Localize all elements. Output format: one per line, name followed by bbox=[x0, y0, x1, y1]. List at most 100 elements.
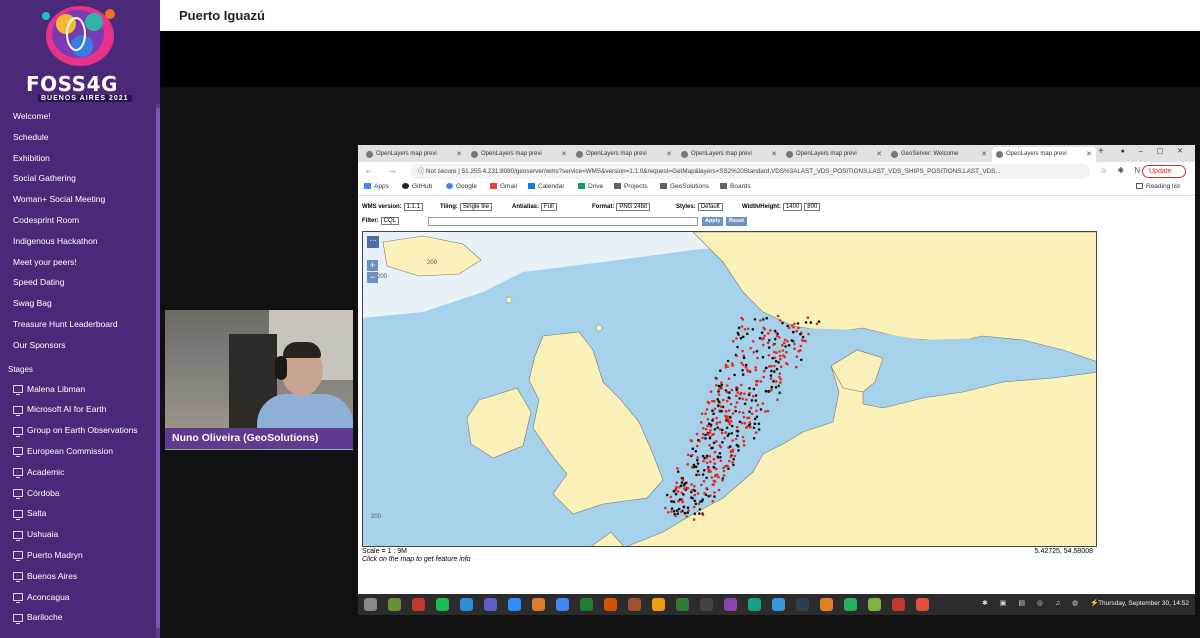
app-launcher-icon[interactable] bbox=[748, 598, 761, 611]
app-launcher-icon[interactable] bbox=[772, 598, 785, 611]
sidebar-item-treasure-hunt[interactable]: Treasure Hunt Leaderboard bbox=[0, 314, 156, 335]
antialias-select[interactable]: Full bbox=[541, 203, 557, 211]
app-launcher-icon[interactable] bbox=[892, 598, 905, 611]
close-icon[interactable]: ✕ bbox=[771, 147, 777, 162]
width-select[interactable]: 1400 bbox=[782, 203, 803, 211]
app-launcher-icon[interactable] bbox=[388, 598, 401, 611]
ship-dot bbox=[729, 419, 733, 423]
browser-tab-active[interactable]: OpenLayers map previ ✕ bbox=[992, 147, 1096, 162]
browser-tab[interactable]: OpenLayers map previ ✕ bbox=[782, 147, 886, 162]
reset-button[interactable]: Reset bbox=[726, 217, 747, 226]
stage-item-salta[interactable]: Salta bbox=[0, 503, 156, 524]
filter-input[interactable] bbox=[428, 217, 698, 226]
apply-button[interactable]: Apply bbox=[702, 217, 724, 226]
bookmark-apps[interactable]: Apps bbox=[364, 183, 389, 190]
stage-item-ushuaia[interactable]: Ushuaia bbox=[0, 524, 156, 545]
app-launcher-icon[interactable] bbox=[820, 598, 833, 611]
bookmark-github[interactable]: GitHub bbox=[402, 183, 432, 190]
window-controls[interactable]: ● – ▢ ✕ bbox=[1121, 147, 1189, 155]
app-launcher-icon[interactable] bbox=[460, 598, 473, 611]
bookmark-geosolutions[interactable]: GeoSolutions bbox=[660, 183, 709, 190]
wms-version-select[interactable]: 1.1.1 bbox=[403, 203, 424, 211]
app-launcher-icon[interactable] bbox=[364, 598, 377, 611]
sidebar-item-social-gathering[interactable]: Social Gathering bbox=[0, 168, 156, 189]
format-select[interactable]: PNG 24bit bbox=[616, 203, 651, 211]
app-launcher-icon[interactable] bbox=[604, 598, 617, 611]
app-launcher-icon[interactable] bbox=[700, 598, 713, 611]
sidebar-item-indigenous-hackathon[interactable]: Indigenous Hackathon bbox=[0, 231, 156, 252]
sidebar-item-woman-social[interactable]: Woman+ Social Meeting bbox=[0, 189, 156, 210]
stage-item-malena-libman[interactable]: Malena Libman bbox=[0, 379, 156, 400]
close-icon[interactable]: ✕ bbox=[456, 147, 462, 162]
browser-tab[interactable]: OpenLayers map previ ✕ bbox=[677, 147, 781, 162]
sidebar-item-swag-bag[interactable]: Swag Bag bbox=[0, 293, 156, 314]
bookmark-projects[interactable]: Projects bbox=[614, 183, 647, 190]
stage-item-european-commission[interactable]: European Commission bbox=[0, 441, 156, 462]
clock[interactable]: Thursday, September 30, 14:52 bbox=[1098, 600, 1189, 607]
stage-item-geo[interactable]: Group on Earth Observations bbox=[0, 420, 156, 441]
stage-item-cordoba[interactable]: Córdoba bbox=[0, 483, 156, 504]
new-tab-button[interactable]: + bbox=[1098, 146, 1104, 157]
reading-list[interactable]: Reading list bbox=[1136, 183, 1180, 190]
monitor-icon bbox=[13, 530, 23, 541]
browser-tab[interactable]: OpenLayers map previ ✕ bbox=[362, 147, 466, 162]
app-launcher-icon[interactable] bbox=[724, 598, 737, 611]
map-viewport[interactable]: 200 200 200 ⋯ + − bbox=[362, 231, 1097, 547]
app-launcher-icon[interactable] bbox=[796, 598, 809, 611]
address-bar[interactable]: ⓘ Not secure | 51.255.4.231:8080/geoserv… bbox=[410, 164, 1090, 179]
sidebar-item-speed-dating[interactable]: Speed Dating bbox=[0, 272, 156, 293]
app-launcher-icon[interactable] bbox=[676, 598, 689, 611]
sidebar-item-welcome[interactable]: Welcome! bbox=[0, 106, 156, 127]
app-launcher-icon[interactable] bbox=[916, 598, 929, 611]
zoom-out-button[interactable]: − bbox=[367, 272, 378, 283]
app-launcher-icon[interactable] bbox=[436, 598, 449, 611]
app-launcher-icon[interactable] bbox=[532, 598, 545, 611]
app-launcher-icon[interactable] bbox=[652, 598, 665, 611]
bookmark-drive[interactable]: Drive bbox=[578, 183, 603, 190]
app-launcher-icon[interactable] bbox=[580, 598, 593, 611]
browser-tab[interactable]: OpenLayers map previ ✕ bbox=[467, 147, 571, 162]
stage-item-academic[interactable]: Academic bbox=[0, 462, 156, 483]
stage-item-puerto-madryn[interactable]: Puerto Madryn bbox=[0, 545, 156, 566]
close-icon[interactable]: ✕ bbox=[981, 147, 987, 162]
app-launcher-icon[interactable] bbox=[628, 598, 641, 611]
bookmark-gmail[interactable]: Gmail bbox=[490, 183, 517, 190]
browser-tab[interactable]: OpenLayers map previ ✕ bbox=[572, 147, 676, 162]
app-launcher-icon[interactable] bbox=[868, 598, 881, 611]
sidebar-item-meet-peers[interactable]: Meet your peers! bbox=[0, 252, 156, 273]
sidebar-item-sponsors[interactable]: Our Sponsors bbox=[0, 335, 156, 356]
app-launcher-icon[interactable] bbox=[556, 598, 569, 611]
system-tray-icons[interactable]: ✱ ▣ ▤ ◎ ♫ ◍ ⚡ bbox=[982, 599, 1104, 607]
bookmark-boards[interactable]: Boards bbox=[720, 183, 751, 190]
zoom-in-button[interactable]: + bbox=[367, 260, 378, 271]
stage-item-aconcagua[interactable]: Aconcagua bbox=[0, 587, 156, 608]
ship-dot bbox=[674, 492, 678, 496]
close-icon[interactable]: ✕ bbox=[1086, 147, 1092, 162]
sidebar-item-codesprint[interactable]: Codesprint Room bbox=[0, 210, 156, 231]
extensions-icon[interactable]: ☆ ✱ N bbox=[1100, 166, 1144, 175]
styles-select[interactable]: Default bbox=[697, 203, 723, 211]
stage-item-buenos-aires[interactable]: Buenos Aires bbox=[0, 566, 156, 587]
event-logo[interactable]: FOSS4G BUENOS AIRES 2021 bbox=[0, 0, 160, 104]
bookmark-google[interactable]: Google bbox=[446, 183, 477, 190]
ship-dot bbox=[705, 456, 708, 460]
height-select[interactable]: 800 bbox=[804, 203, 821, 211]
close-icon[interactable]: ✕ bbox=[876, 147, 882, 162]
app-launcher-icon[interactable] bbox=[412, 598, 425, 611]
browser-tab[interactable]: GeoServer: Welcome ✕ bbox=[887, 147, 991, 162]
bookmark-calendar[interactable]: Calendar bbox=[528, 183, 564, 190]
close-icon[interactable]: ✕ bbox=[666, 147, 672, 162]
app-launcher-icon[interactable] bbox=[844, 598, 857, 611]
app-launcher-icon[interactable] bbox=[484, 598, 497, 611]
app-launcher-icon[interactable] bbox=[508, 598, 521, 611]
filter-type-select[interactable]: CQL bbox=[380, 217, 400, 225]
stage-item-bariloche[interactable]: Bariloche bbox=[0, 607, 156, 628]
sidebar-item-schedule[interactable]: Schedule bbox=[0, 127, 156, 148]
ship-dot bbox=[702, 426, 705, 430]
close-icon[interactable]: ✕ bbox=[561, 147, 567, 162]
sidebar-item-exhibition[interactable]: Exhibition bbox=[0, 148, 156, 169]
update-button[interactable]: Update bbox=[1142, 165, 1186, 178]
layer-switcher-button[interactable]: ⋯ bbox=[367, 236, 379, 248]
stage-item-microsoft[interactable]: Microsoft AI for Earth bbox=[0, 399, 156, 420]
tiling-select[interactable]: Single tile bbox=[459, 203, 492, 211]
